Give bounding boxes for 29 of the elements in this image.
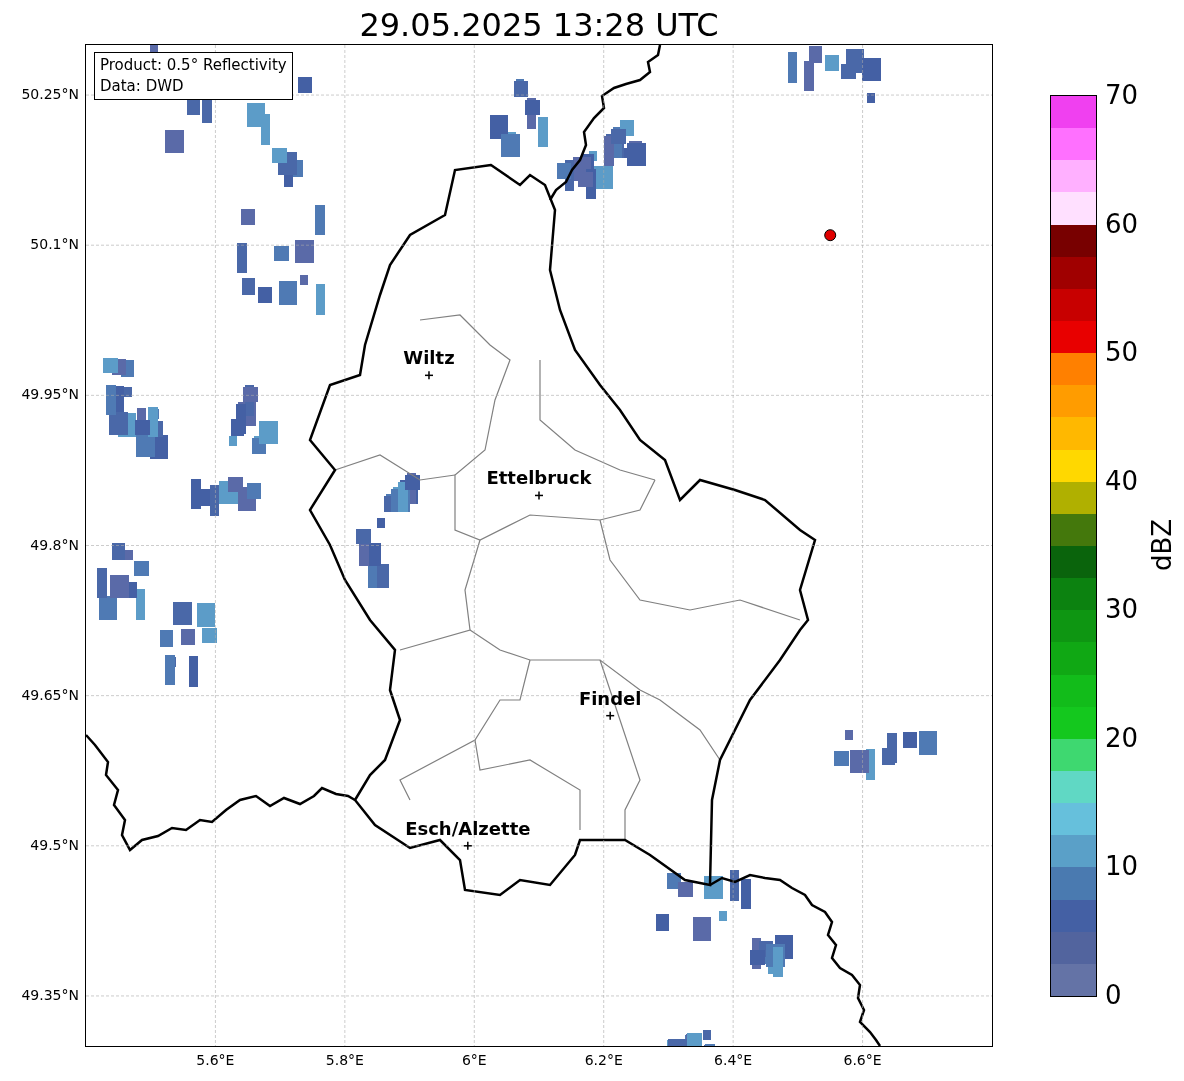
axis-tick-label: 49.8°N — [30, 536, 79, 553]
info-text: Product: 0.5° Reflectivity — [100, 55, 287, 76]
axis-tick-label: 49.95°N — [21, 386, 79, 403]
axis-tick-label: 6°E — [461, 1052, 487, 1068]
colorbar-tick-label: 60 — [1105, 207, 1139, 240]
axis-tick-label: 6.4°E — [714, 1052, 753, 1068]
city-label: Wiltz — [403, 347, 455, 369]
axis-tick-label: 6.6°E — [843, 1052, 882, 1068]
city-label: Findel — [578, 687, 642, 709]
axis-tick-label: 5.8°E — [325, 1052, 364, 1068]
axis-tick-label: 6.2°E — [584, 1052, 623, 1068]
city-label: Esch/Alzette — [405, 817, 531, 839]
colorbar-tick-label: 10 — [1105, 850, 1139, 883]
axis-tick-label: 50.25°N — [21, 86, 79, 103]
colorbar-tick-label: 20 — [1105, 721, 1139, 754]
colorbar-tick-label: 50 — [1105, 336, 1139, 369]
axis-tick-label: 49.65°N — [21, 686, 79, 703]
colorbar-tick-label: 0 — [1105, 979, 1122, 1011]
colorbar-label: dBZ — [1147, 518, 1177, 572]
axis-tick-label: 5.6°E — [196, 1052, 235, 1068]
axis-tick-label: 49.5°N — [30, 836, 79, 853]
info-text: Data: DWD — [100, 76, 185, 97]
axis-tick-label: 49.35°N — [21, 986, 79, 1003]
colorbar-tick-label: 40 — [1105, 464, 1139, 497]
chart-title: 29.05.2025 13:28 UTC — [358, 5, 720, 45]
colorbar-tick-label: 30 — [1105, 593, 1139, 626]
axis-tick-label: 50.1°N — [30, 236, 79, 253]
colorbar-tick-label: 70 — [1105, 79, 1139, 111]
city-label: Ettelbruck — [486, 467, 592, 489]
